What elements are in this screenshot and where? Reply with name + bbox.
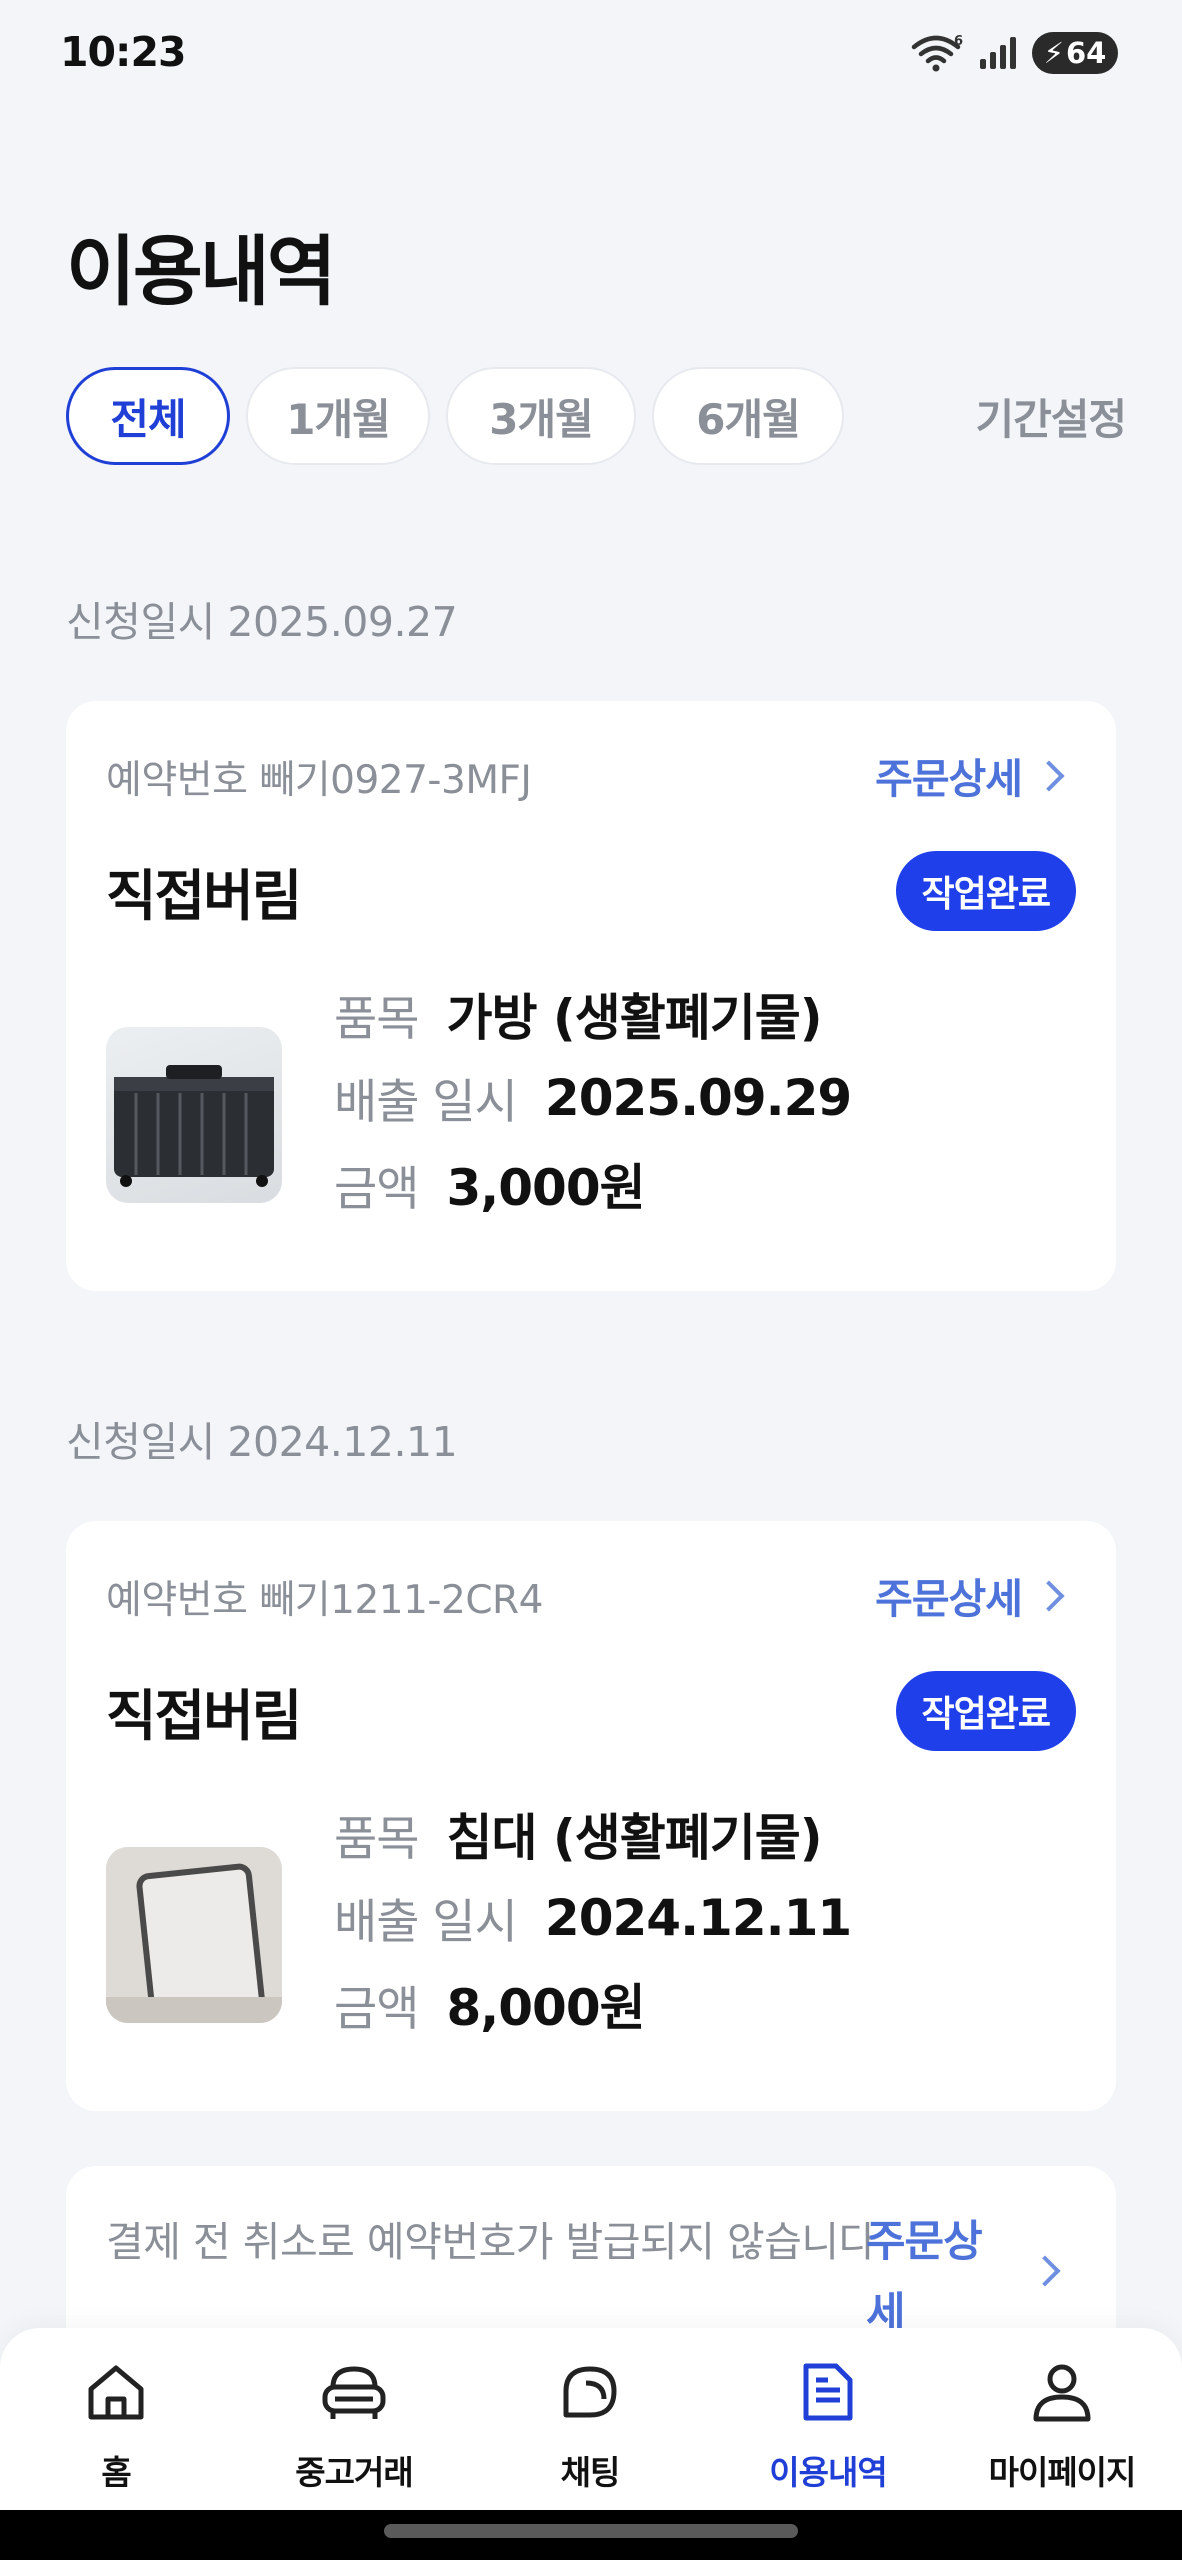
period-setting-button[interactable]: 기간설정 [975,367,1127,465]
item-label: 품목 [334,1811,419,1867]
chat-icon [554,2356,626,2428]
charging-icon: ⚡ [1043,36,1064,70]
order-date-label: 신청일시 2024.12.11 [66,1418,458,1466]
order-card[interactable]: 예약번호 빼기0927-3MFJ 주문상세 직접버림 작업완료 품목 가방 (생… [66,701,1116,1291]
home-indicator[interactable] [384,2524,798,2538]
battery-indicator: ⚡ 64 [1032,32,1118,74]
period-filter: 전체 1개월 3개월 6개월 기간설정 [66,367,1127,465]
reservation-number: 예약번호 빼기1211-2CR4 [106,1578,543,1623]
order-detail-label: 주문상세 [875,1575,1023,1623]
chevron-right-icon [1033,1580,1065,1612]
item-row: 품목 침대 (생활폐기물) [334,1798,823,1870]
reservation-number: 예약번호 빼기0927-3MFJ [106,758,532,803]
chevron-right-icon [1033,760,1065,792]
nav-label: 채팅 [560,2453,621,2492]
nav-used-market[interactable]: 중고거래 [254,2356,454,2494]
mattress-photo [106,1847,282,2023]
page-title: 이용내역 [66,227,337,316]
battery-level: 64 [1066,36,1107,70]
nav-my-page[interactable]: 마이페이지 [962,2356,1162,2494]
filter-chip-1month[interactable]: 1개월 [246,367,430,465]
person-icon [1026,2356,1098,2428]
status-icons: 6 ⚡ 64 [910,32,1118,74]
cancelled-notice: 결제 전 취소로 예약번호가 발급되지 않습니다 [106,2218,876,2266]
nav-label: 마이페이지 [988,2453,1137,2492]
status-bar: 10:23 6 ⚡ 64 [0,0,1182,110]
sofa-icon [318,2356,390,2428]
price-value: 8,000원 [446,1979,645,2037]
wifi-icon: 6 [911,34,963,72]
order-detail-link[interactable]: 주문상세 [875,1565,1065,1625]
nav-home[interactable]: 홈 [16,2356,216,2494]
disposal-date-row: 배출 일시 2025.09.29 [334,1063,852,1132]
item-label: 품목 [334,991,419,1047]
document-icon [792,2356,864,2428]
disposal-date-value: 2024.12.11 [544,1888,852,1947]
item-value: 침대 (생활폐기물) [446,1809,822,1867]
price-label: 금액 [334,1981,419,2037]
nav-label: 이용내역 [769,2453,887,2492]
service-type: 직접버림 [106,1684,302,1748]
item-value: 가방 (생활폐기물) [446,989,822,1047]
nav-label: 홈 [101,2453,131,2492]
status-time: 10:23 [60,28,187,76]
nav-usage-history[interactable]: 이용내역 [728,2356,928,2494]
price-value: 3,000원 [446,1159,645,1217]
chevron-right-icon [1029,2255,1061,2287]
nav-chat[interactable]: 채팅 [490,2356,690,2494]
item-row: 품목 가방 (생활폐기물) [334,978,823,1050]
filter-chip-3month[interactable]: 3개월 [446,367,636,465]
status-badge: 작업완료 [895,851,1076,931]
wifi-badge: 6 [954,34,963,49]
order-card[interactable]: 예약번호 빼기1211-2CR4 주문상세 직접버림 작업완료 품목 침대 (생… [66,1521,1116,2111]
order-detail-link[interactable]: 주문상세 [875,745,1065,805]
order-detail-label: 주문상세 [875,755,1023,803]
disposal-date-label: 배출 일시 [334,1075,518,1130]
bag-photo [106,1027,282,1203]
price-row: 금액 8,000원 [334,1968,646,2040]
price-label: 금액 [334,1161,419,1217]
filter-chip-all[interactable]: 전체 [66,367,230,465]
filter-chip-6month[interactable]: 6개월 [652,367,844,465]
disposal-date-row: 배출 일시 2024.12.11 [334,1883,852,1952]
service-type: 직접버림 [106,864,302,928]
disposal-date-label: 배출 일시 [334,1895,518,1950]
home-icon [80,2356,152,2428]
order-date-label: 신청일시 2025.09.27 [66,598,458,646]
disposal-date-value: 2025.09.29 [544,1068,852,1127]
status-badge: 작업완료 [895,1671,1076,1751]
price-row: 금액 3,000원 [334,1148,646,1220]
nav-label: 중고거래 [295,2453,413,2492]
signal-icon [980,37,1016,69]
